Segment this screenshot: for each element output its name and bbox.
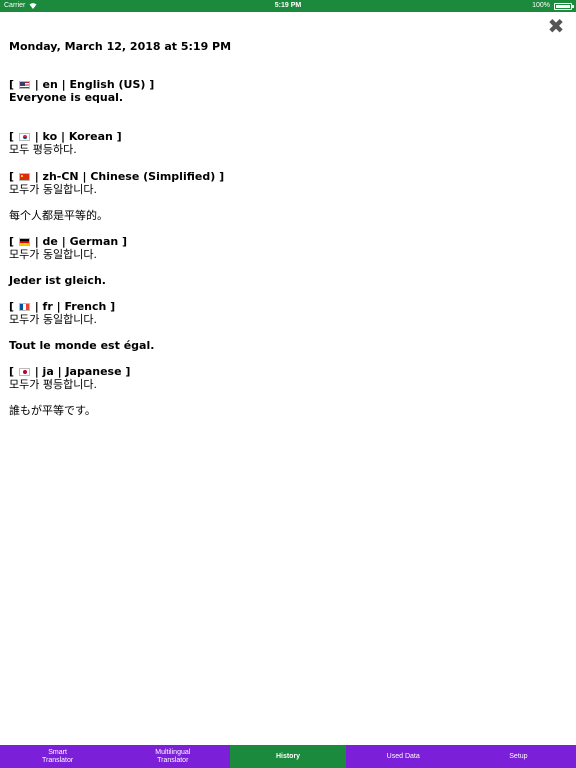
- history-entry-ja: [ | ja | Japanese ] 모두가 평등합니다. 誰もが平等です。: [9, 365, 130, 417]
- history-entry-de: [ | de | German ] 모두가 동일합니다. Jeder ist g…: [9, 235, 127, 287]
- history-content: Monday, March 12, 2018 at 5:19 PM [ | en…: [9, 38, 539, 417]
- battery-percentage: 100%: [532, 2, 550, 9]
- translation-text: 모두 평등하다.: [9, 143, 77, 156]
- de-flag-icon: [18, 238, 30, 246]
- kr-flag-icon: [18, 133, 30, 141]
- history-date: Monday, March 12, 2018 at 5:19 PM: [9, 40, 232, 53]
- source-text: 모두가 동일합니다.: [9, 313, 97, 326]
- status-time: 5:19 PM: [274, 2, 302, 9]
- tab-multilingual-translator[interactable]: Multilingual Translator: [115, 745, 230, 768]
- language-header: [ | de | German ]: [9, 235, 128, 248]
- cn-flag-icon: [18, 173, 30, 181]
- source-text: 모두가 동일합니다.: [9, 183, 97, 196]
- translation-text: 誰もが平等です。: [9, 404, 96, 417]
- translation-text: Tout le monde est égal.: [9, 339, 155, 352]
- language-name: Korean: [68, 130, 113, 143]
- translation-text: Everyone is equal.: [9, 91, 124, 104]
- fr-flag-icon: [18, 303, 30, 311]
- jp-flag-icon: [18, 368, 30, 376]
- tab-label: Used Data: [386, 752, 420, 760]
- language-name: Chinese (Simplified): [90, 170, 216, 183]
- tab-label: History: [275, 752, 301, 760]
- tab-used-data[interactable]: Used Data: [346, 745, 461, 768]
- language-name: German: [69, 235, 119, 248]
- tab-setup[interactable]: Setup: [461, 745, 576, 768]
- language-code: fr: [42, 300, 53, 313]
- history-entry-fr: [ | fr | French ] 모두가 동일합니다. Tout le mon…: [9, 300, 154, 352]
- language-code: en: [42, 78, 58, 91]
- language-code: ja: [42, 365, 54, 378]
- language-name: English (US): [69, 78, 146, 91]
- language-name: Japanese: [65, 365, 122, 378]
- us-flag-icon: [18, 81, 30, 89]
- history-entry-ko: [ | ko | Korean ] 모두 평등하다.: [9, 130, 122, 156]
- status-bar: Carrier 5:19 PM 100%: [0, 0, 576, 12]
- tab-label: Smart Translator: [41, 748, 74, 764]
- language-header: [ | ko | Korean ]: [9, 130, 122, 143]
- bottom-tab-bar: Smart Translator Multilingual Translator…: [0, 745, 576, 768]
- source-text: 모두가 동일합니다.: [9, 248, 97, 261]
- language-code: ko: [42, 130, 58, 143]
- translation-text: Jeder ist gleich.: [9, 274, 106, 287]
- language-header: [ | fr | French ]: [9, 300, 116, 313]
- tab-label: Setup: [509, 752, 528, 760]
- translation-text: 每个人都是平等的。: [9, 209, 108, 222]
- language-header: [ | en | English (US) ]: [9, 78, 155, 91]
- battery-icon: [554, 3, 574, 10]
- tab-history[interactable]: History: [230, 745, 346, 768]
- language-code: de: [42, 235, 58, 248]
- language-header: [ | ja | Japanese ]: [9, 365, 131, 378]
- language-header: [ | zh-CN | Chinese (Simplified) ]: [9, 170, 225, 183]
- history-entry-en: [ | en | English (US) ] Everyone is equa…: [9, 78, 154, 104]
- tab-label: Multilingual Translator: [155, 748, 191, 764]
- close-icon[interactable]: ✖: [546, 16, 566, 36]
- tab-smart-translator[interactable]: Smart Translator: [0, 745, 115, 768]
- language-code: zh-CN: [42, 170, 79, 183]
- language-name: French: [64, 300, 107, 313]
- source-text: 모두가 평등합니다.: [9, 378, 97, 391]
- history-entry-zh-cn: [ | zh-CN | Chinese (Simplified) ] 모두가 동…: [9, 170, 224, 222]
